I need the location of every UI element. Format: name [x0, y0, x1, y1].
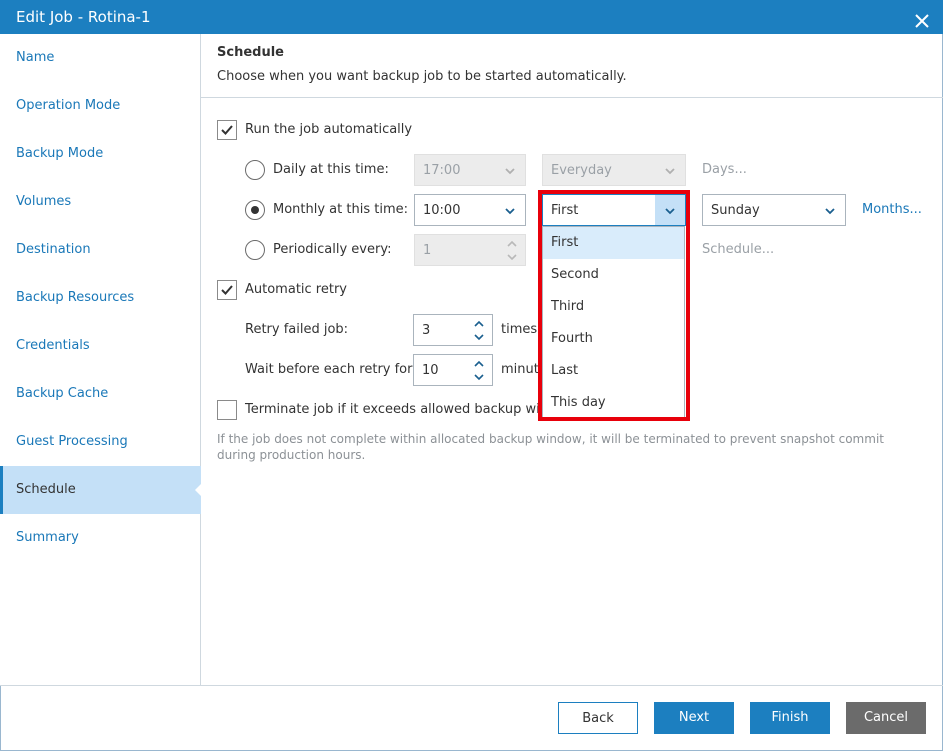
sidebar-item-label: Backup Resources [16, 290, 135, 305]
week-dropdown-list: First Second Third Fourth Last This day [542, 226, 685, 418]
daily-days-value: Everyday [551, 163, 612, 178]
sidebar-item-label: Name [16, 50, 55, 65]
chevron-down-icon[interactable] [472, 332, 486, 342]
chevron-down-icon [665, 208, 675, 215]
dropdown-option-this-day[interactable]: This day [543, 387, 684, 419]
daily-label: Daily at this time: [273, 162, 389, 177]
terminate-note: If the job does not complete within allo… [217, 432, 884, 462]
sidebar-item-volumes[interactable]: Volumes [0, 178, 201, 226]
periodic-stepper[interactable]: 1 [414, 234, 526, 266]
periodic-radio[interactable] [245, 240, 265, 260]
monthly-time-value: 10:00 [423, 203, 461, 218]
terminate-label: Terminate job if it exceeds allowed back… [245, 402, 565, 417]
page-title: Schedule [217, 45, 284, 60]
dropdown-option-third[interactable]: Third [543, 291, 684, 323]
chevron-up-icon[interactable] [472, 319, 486, 329]
sidebar-item-backup-resources[interactable]: Backup Resources [0, 274, 201, 322]
wait-retry-label: Wait before each retry for: [245, 362, 417, 377]
automatic-retry-label: Automatic retry [245, 282, 347, 297]
checkmark-icon [221, 125, 233, 135]
monthly-week-value: First [551, 203, 579, 218]
chevron-down-icon [825, 208, 835, 215]
chevron-down-icon [505, 208, 515, 215]
page-subtitle: Choose when you want backup job to be st… [217, 69, 627, 84]
monthly-day-value: Sunday [711, 203, 760, 218]
retry-failed-unit: times [501, 322, 538, 337]
dropdown-option-last[interactable]: Last [543, 355, 684, 387]
sidebar-item-guest-processing[interactable]: Guest Processing [0, 418, 201, 466]
footer-divider [0, 685, 943, 686]
back-button[interactable]: Back [558, 702, 638, 734]
sidebar-item-operation-mode[interactable]: Operation Mode [0, 82, 201, 130]
retry-failed-value: 3 [422, 323, 431, 338]
dropdown-option-fourth[interactable]: Fourth [543, 323, 684, 355]
days-link[interactable]: Days... [702, 162, 747, 177]
sidebar-item-label: Operation Mode [16, 98, 121, 113]
months-link[interactable]: Months... [862, 202, 922, 217]
checkmark-icon [221, 285, 233, 295]
monthly-radio[interactable] [245, 200, 265, 220]
retry-failed-label: Retry failed job: [245, 322, 349, 337]
monthly-week-select[interactable]: First [542, 194, 686, 226]
chevron-up-icon[interactable] [472, 359, 486, 369]
sidebar-item-schedule[interactable]: Schedule [0, 466, 202, 514]
chevron-up-icon[interactable] [505, 239, 519, 249]
automatic-retry-checkbox[interactable] [217, 280, 237, 300]
chevron-down-icon [505, 168, 515, 175]
wait-retry-value: 10 [422, 363, 439, 378]
run-automatically-checkbox[interactable] [217, 120, 237, 140]
chevron-down-icon [665, 168, 675, 175]
dropdown-button[interactable] [655, 195, 685, 225]
dropdown-option-first[interactable]: First [543, 227, 684, 259]
schedule-link[interactable]: Schedule... [702, 242, 774, 257]
sidebar-item-destination[interactable]: Destination [0, 226, 201, 274]
daily-days-select[interactable]: Everyday [542, 154, 686, 186]
title-bar: Edit Job - Rotina-1 [0, 0, 943, 34]
sidebar-item-label: Backup Cache [16, 386, 109, 401]
run-automatically-label: Run the job automatically [245, 122, 413, 137]
periodic-value: 1 [423, 243, 432, 258]
daily-time-value: 17:00 [423, 163, 461, 178]
sidebar-item-label: Schedule [16, 482, 76, 497]
dropdown-option-second[interactable]: Second [543, 259, 684, 291]
periodic-label: Periodically every: [273, 242, 392, 257]
next-button[interactable]: Next [654, 702, 734, 734]
sidebar-item-credentials[interactable]: Credentials [0, 322, 201, 370]
chevron-down-icon[interactable] [472, 372, 486, 382]
monthly-label: Monthly at this time: [273, 202, 408, 217]
sidebar-item-summary[interactable]: Summary [0, 514, 201, 562]
sidebar-item-label: Guest Processing [16, 434, 128, 449]
daily-time-select[interactable]: 17:00 [414, 154, 526, 186]
chevron-down-icon[interactable] [505, 252, 519, 262]
close-icon[interactable] [913, 8, 931, 28]
sidebar-item-label: Summary [16, 530, 79, 545]
page-header: Schedule Choose when you want backup job… [201, 34, 943, 98]
sidebar-item-label: Credentials [16, 338, 90, 353]
sidebar: Name Operation Mode Backup Mode Volumes … [0, 34, 202, 685]
wait-retry-stepper[interactable]: 10 [413, 354, 493, 386]
sidebar-item-backup-mode[interactable]: Backup Mode [0, 130, 201, 178]
monthly-time-select[interactable]: 10:00 [414, 194, 526, 226]
sidebar-item-backup-cache[interactable]: Backup Cache [0, 370, 201, 418]
sidebar-item-label: Destination [16, 242, 91, 257]
cancel-button[interactable]: Cancel [846, 702, 926, 734]
sidebar-item-name[interactable]: Name [0, 34, 201, 82]
wait-retry-unit: minut [501, 362, 539, 377]
sidebar-item-label: Backup Mode [16, 146, 104, 161]
daily-radio[interactable] [245, 160, 265, 180]
monthly-day-select[interactable]: Sunday [702, 194, 846, 226]
terminate-checkbox[interactable] [217, 400, 237, 420]
sidebar-item-label: Volumes [16, 194, 72, 209]
retry-failed-stepper[interactable]: 3 [413, 314, 493, 346]
finish-button[interactable]: Finish [750, 702, 830, 734]
window-title: Edit Job - Rotina-1 [16, 8, 151, 26]
